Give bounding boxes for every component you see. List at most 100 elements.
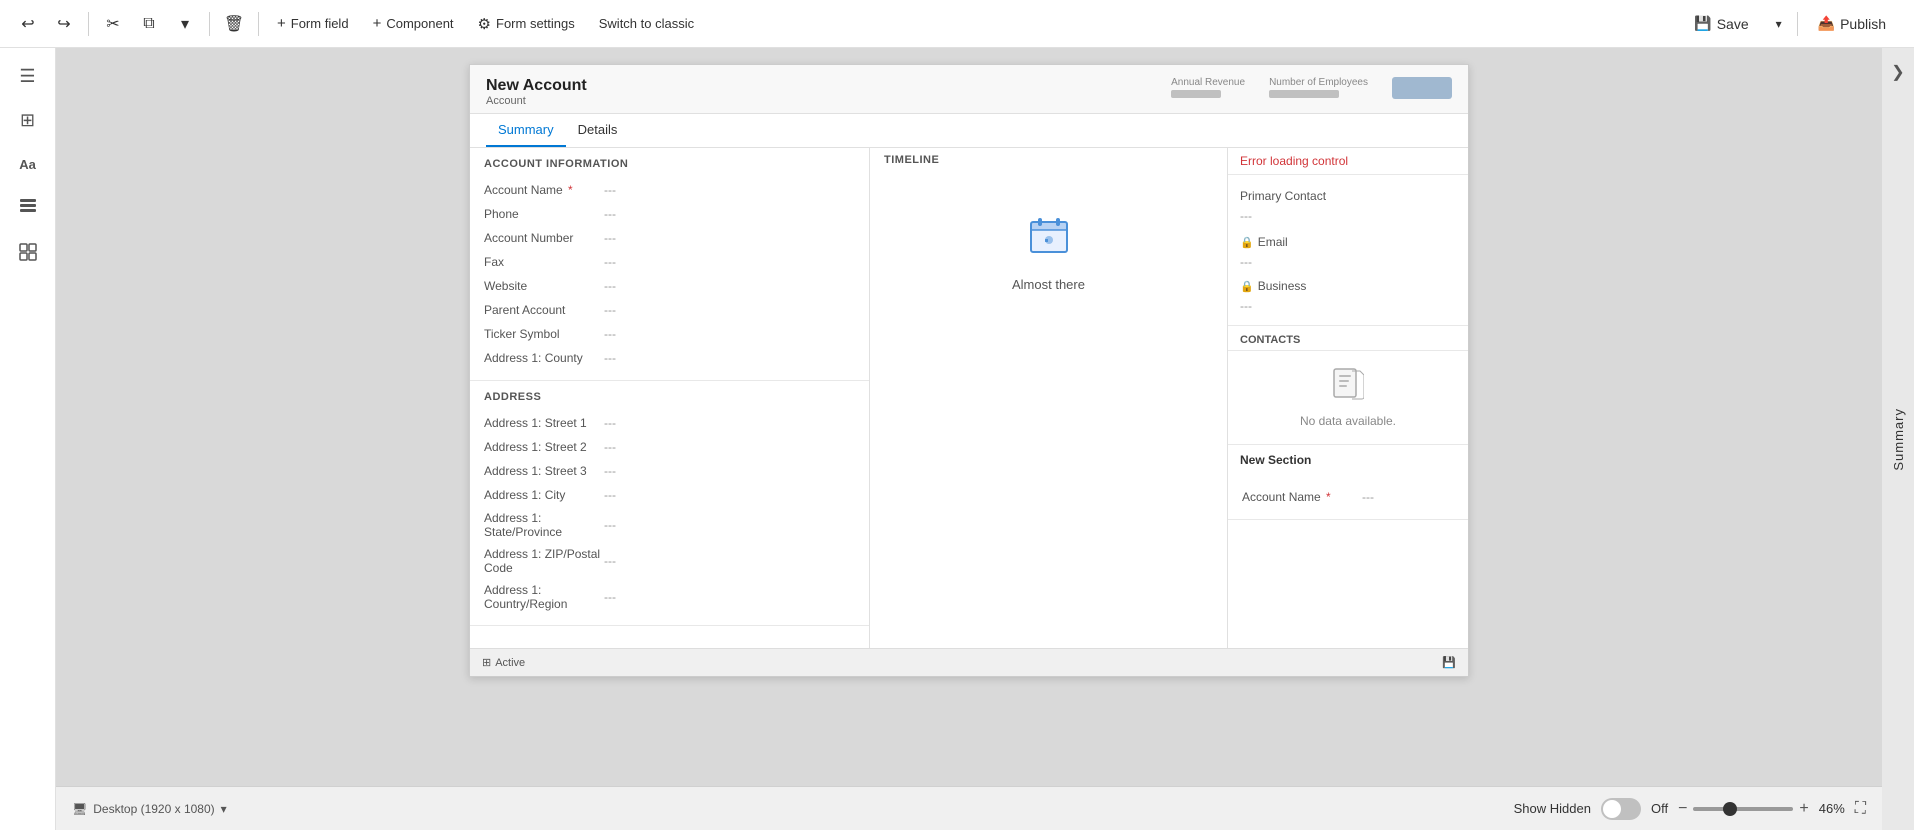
field-label-state: Address 1: State/Province	[484, 511, 604, 539]
business-label: 🔒 Business	[1240, 275, 1456, 297]
account-info-title: ACCOUNT INFORMATION	[484, 158, 855, 170]
stat1-label: Annual Revenue	[1171, 77, 1245, 88]
field-label-zip: Address 1: ZIP/Postal Code	[484, 547, 604, 575]
save-dropdown-button[interactable]: ▾	[1765, 6, 1793, 42]
show-hidden-toggle[interactable]	[1601, 798, 1641, 820]
sidebar-component-icon[interactable]	[8, 232, 48, 272]
form-field-button[interactable]: + Form field	[267, 10, 359, 37]
field-value-street2: ---	[604, 440, 616, 454]
table-row: Address 1: Street 1 ---	[484, 411, 855, 435]
publish-button[interactable]: 📤 Publish	[1802, 9, 1902, 38]
field-value-new-account-name: ---	[1362, 490, 1374, 504]
switch-classic-label: Switch to classic	[599, 16, 694, 31]
delete-button[interactable]: 🗑	[218, 8, 250, 40]
contacts-header: CONTACTS	[1228, 326, 1468, 351]
field-value-street3: ---	[604, 464, 616, 478]
field-value-ticker: ---	[604, 327, 616, 341]
address-title: ADDRESS	[484, 391, 855, 403]
zoom-slider[interactable]	[1693, 807, 1793, 811]
stat2-placeholder	[1269, 90, 1339, 98]
form-save-indicator: 💾	[1442, 656, 1456, 669]
device-label[interactable]: Desktop (1920 x 1080)	[93, 802, 214, 816]
status-icon: ⊞	[482, 656, 491, 669]
right-sidebar-label: Summary	[1891, 408, 1906, 471]
main-area: New Account Account Annual Revenue Numbe…	[56, 48, 1882, 830]
form-header-top: New Account Account Annual Revenue Numbe…	[486, 77, 1452, 107]
sidebar-menu-icon[interactable]: ☰	[8, 56, 48, 96]
form-title-area: New Account Account	[486, 77, 587, 107]
toolbar-right: 💾 Save ▾ 📤 Publish	[1678, 6, 1902, 42]
table-row: Address 1: Street 3 ---	[484, 459, 855, 483]
device-icon: 🖥	[72, 802, 87, 816]
right-collapse-button[interactable]: ❯	[1884, 58, 1912, 86]
primary-contact-section: Primary Contact --- 🔒 Email --- 🔒 Busine…	[1228, 175, 1468, 326]
email-icon: 🔒	[1240, 236, 1254, 249]
tab-details[interactable]: Details	[566, 114, 630, 147]
field-label-street2: Address 1: Street 2	[484, 440, 604, 454]
right-sidebar: ❯ Summary	[1882, 48, 1914, 830]
field-label-new-account-name: Account Name *	[1242, 490, 1362, 504]
field-label-ticker: Ticker Symbol	[484, 327, 604, 341]
publish-label: Publish	[1840, 16, 1886, 32]
field-value-account-name: ---	[604, 183, 616, 197]
form-body: ACCOUNT INFORMATION Account Name * --- P…	[470, 148, 1468, 648]
save-label: Save	[1717, 16, 1749, 32]
zoom-minus-button[interactable]: −	[1678, 800, 1687, 818]
no-data-section: No data available.	[1228, 351, 1468, 444]
field-value-city: ---	[604, 488, 616, 502]
no-data-text: No data available.	[1300, 414, 1396, 428]
sidebar-layers-icon[interactable]	[8, 188, 48, 228]
form-settings-button[interactable]: ⚙ Form settings	[468, 10, 585, 38]
field-label-county: Address 1: County	[484, 351, 604, 365]
bottom-right: Show Hidden Off − + 46% ⛶	[1514, 798, 1866, 820]
separator-4	[1797, 12, 1798, 36]
zoom-percent: 46%	[1819, 801, 1845, 816]
form-settings-label: Form settings	[496, 16, 575, 31]
email-label: 🔒 Email	[1240, 231, 1456, 253]
sidebar-text-icon[interactable]: Aa	[8, 144, 48, 184]
cut-button[interactable]: ✂	[97, 8, 129, 40]
switch-classic-button[interactable]: Switch to classic	[589, 11, 704, 36]
publish-icon: 📤	[1818, 15, 1835, 32]
timeline-section: Almost there	[870, 172, 1227, 332]
address-section: ADDRESS Address 1: Street 1 --- Address …	[470, 381, 869, 626]
table-row: Account Name * ---	[1242, 485, 1454, 509]
form-canvas: New Account Account Annual Revenue Numbe…	[469, 64, 1469, 677]
stat-employees: Number of Employees	[1269, 77, 1368, 102]
table-row: Address 1: City ---	[484, 483, 855, 507]
field-value-account-number: ---	[604, 231, 616, 245]
save-button[interactable]: 💾 Save	[1678, 9, 1764, 38]
field-label-city: Address 1: City	[484, 488, 604, 502]
form-col-center: Timeline	[870, 148, 1228, 648]
device-dropdown-icon[interactable]: ▾	[221, 802, 227, 816]
canvas-wrapper: New Account Account Annual Revenue Numbe…	[56, 48, 1882, 786]
copy-button[interactable]: ⧉	[133, 8, 165, 40]
fullscreen-button[interactable]: ⛶	[1855, 800, 1866, 818]
field-label-website: Website	[484, 279, 604, 293]
business-value: ---	[1240, 297, 1456, 315]
business-icon: 🔒	[1240, 280, 1254, 293]
form-col-right: Error loading control Primary Contact --…	[1228, 148, 1468, 648]
toolbar: ↩ ↪ ✂ ⧉ ▾ 🗑 + Form field + Component ⚙ F…	[0, 0, 1914, 48]
show-hidden-label: Show Hidden	[1514, 801, 1591, 816]
field-label-country: Address 1: Country/Region	[484, 583, 604, 611]
redo-button[interactable]: ↪	[48, 8, 80, 40]
separator-3	[258, 12, 259, 36]
table-row: Parent Account ---	[484, 298, 855, 322]
dropdown-button[interactable]: ▾	[169, 8, 201, 40]
plus-icon: +	[277, 15, 286, 32]
sidebar-grid-icon[interactable]: ⊞	[8, 100, 48, 140]
field-label-fax: Fax	[484, 255, 604, 269]
toggle-knob	[1603, 800, 1621, 818]
table-row: Phone ---	[484, 202, 855, 226]
undo-button[interactable]: ↩	[12, 8, 44, 40]
field-value-fax: ---	[604, 255, 616, 269]
zoom-plus-button[interactable]: +	[1799, 800, 1808, 818]
field-value-website: ---	[604, 279, 616, 293]
field-value-zip: ---	[604, 554, 616, 568]
bottom-left: 🖥 Desktop (1920 x 1080) ▾	[72, 802, 227, 816]
field-value-phone: ---	[604, 207, 616, 221]
component-button[interactable]: + Component	[363, 10, 464, 37]
separator-1	[88, 12, 89, 36]
tab-summary[interactable]: Summary	[486, 114, 566, 147]
